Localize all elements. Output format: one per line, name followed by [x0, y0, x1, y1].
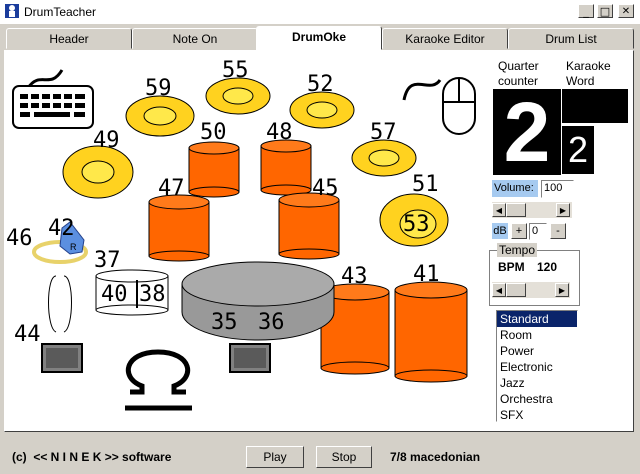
label-51: 51	[412, 172, 439, 197]
minimize-button[interactable]: _	[578, 4, 594, 18]
tom-45[interactable]	[278, 192, 340, 260]
label-38: 38	[139, 282, 166, 307]
cymbal-49[interactable]	[62, 145, 134, 199]
label-49: 49	[93, 128, 120, 153]
db-label: dB	[492, 223, 508, 239]
db-value[interactable]: 0	[529, 223, 547, 240]
close-button[interactable]: ✕	[618, 4, 634, 18]
quarter-label-1: Quarter	[498, 59, 539, 73]
tempo-right-icon[interactable]: ▶	[555, 283, 569, 297]
label-55: 55	[222, 58, 249, 83]
cymbal-52[interactable]	[289, 91, 355, 129]
label-44: 44	[14, 322, 41, 347]
label-52: 52	[307, 72, 334, 97]
cymbal-55[interactable]	[205, 77, 271, 115]
style-item-orchestra[interactable]: Orchestra	[497, 391, 577, 407]
tempo-left-icon[interactable]: ◀	[492, 283, 506, 297]
style-item-sfx[interactable]: SFX	[497, 407, 577, 423]
pedal-44[interactable]	[41, 343, 83, 373]
pedal-kick[interactable]	[229, 343, 271, 373]
tom-48[interactable]	[260, 139, 312, 196]
song-name: 7/8 macedonian	[390, 450, 481, 464]
volume-input[interactable]: 100	[541, 180, 574, 198]
label-40: 40	[101, 282, 128, 307]
label-36: 36	[258, 310, 285, 335]
label-50: 50	[200, 120, 227, 145]
label-45: 45	[312, 176, 339, 201]
hihat[interactable]	[32, 240, 88, 333]
pad-letter: R	[70, 242, 77, 252]
style-item-standard[interactable]: Standard	[497, 311, 577, 327]
label-47: 47	[158, 176, 185, 201]
db-minus-button[interactable]: -	[550, 223, 566, 239]
tempo-slider[interactable]: ◀ ▶	[492, 282, 570, 298]
label-57: 57	[370, 120, 397, 145]
floor-tom-41[interactable]	[394, 281, 468, 383]
karaoke-label-2: Word	[566, 74, 595, 88]
tab-drum-list[interactable]: Drum List	[508, 28, 634, 49]
keyboard-icon[interactable]	[12, 69, 94, 129]
tom-50[interactable]	[188, 141, 240, 198]
scroll-right-icon[interactable]: ▶	[556, 203, 570, 217]
label-37: 37	[94, 248, 121, 273]
mouse-icon[interactable]	[402, 77, 476, 135]
cymbal-57[interactable]	[351, 139, 417, 177]
label-43: 43	[341, 264, 368, 289]
footer-bar: (c) << N I N E K >> software Play Stop 7…	[0, 436, 640, 474]
karaoke-label-1: Karaoke	[566, 59, 611, 73]
copyright-text: (c) << N I N E K >> software	[12, 450, 172, 464]
stop-button[interactable]: Stop	[316, 446, 372, 468]
tempo-group-label: Tempo	[497, 243, 538, 257]
omega-symbol-icon	[125, 349, 192, 411]
karaoke-word-display	[562, 89, 628, 123]
volume-label: Volume:	[492, 180, 538, 197]
style-item-power[interactable]: Power	[497, 343, 577, 359]
style-item-room[interactable]: Room	[497, 327, 577, 343]
slider-thumb[interactable]	[506, 203, 526, 217]
cymbal-59[interactable]	[125, 95, 195, 137]
style-item-jazz[interactable]: Jazz	[497, 375, 577, 391]
label-41: 41	[413, 262, 440, 287]
maximize-button[interactable]: □	[597, 4, 613, 18]
style-item-electronic[interactable]: Electronic	[497, 359, 577, 375]
label-35: 35	[211, 310, 238, 335]
play-button[interactable]: Play	[246, 446, 304, 468]
label-46: 46	[6, 226, 33, 251]
tempo-slider-thumb[interactable]	[506, 283, 526, 297]
label-53: 53	[403, 212, 430, 237]
tab-drumoke[interactable]: DrumOke	[256, 26, 382, 50]
quarter-counter-display: 2	[493, 89, 561, 175]
volume-slider[interactable]: ◀ ▶	[492, 202, 572, 218]
db-plus-button[interactable]: +	[511, 223, 527, 239]
label-59: 59	[145, 76, 172, 101]
label-48: 48	[266, 120, 293, 145]
bpm-value: 120	[537, 260, 558, 274]
scroll-left-icon[interactable]: ◀	[492, 203, 506, 217]
label-42: 42	[48, 216, 75, 241]
karaoke-word-value: 2	[562, 126, 594, 174]
drum-style-list[interactable]: Standard Room Power Electronic Jazz Orch…	[496, 310, 578, 422]
tom-47[interactable]	[148, 194, 210, 262]
bpm-label: BPM	[498, 260, 525, 274]
